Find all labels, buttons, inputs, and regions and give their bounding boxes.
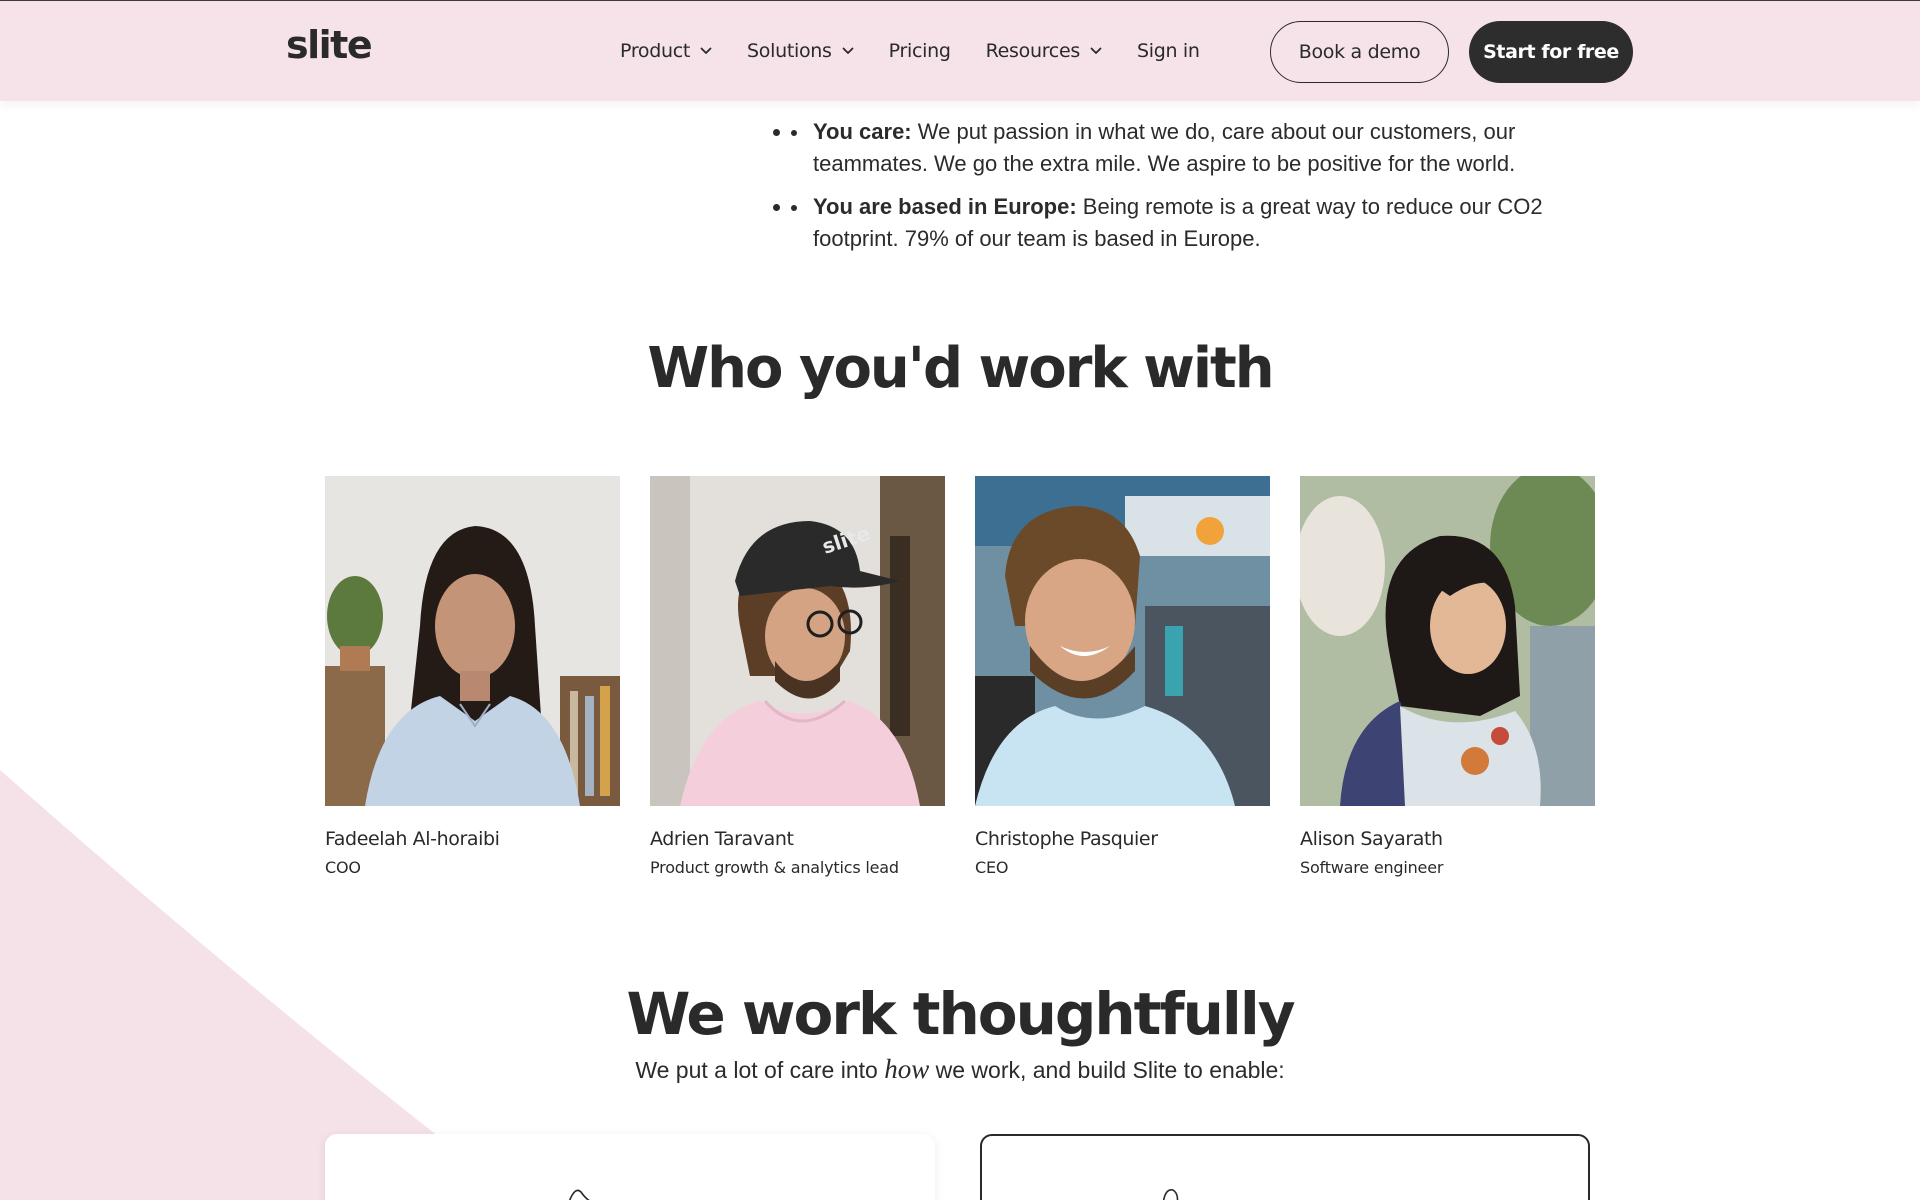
team-member-photo: slite — [650, 476, 945, 806]
chevron-down-icon — [842, 47, 854, 55]
value-title: You are based in Europe: — [813, 194, 1077, 219]
work-heading: We work thoughtfully — [626, 980, 1295, 1048]
team-member-name: Alison Sayarath — [1300, 828, 1443, 850]
value-title: You care: — [813, 119, 912, 144]
team-member-role: CEO — [975, 858, 1009, 877]
slite-logo[interactable]: slite — [286, 23, 373, 67]
portrait-image: slite — [650, 476, 945, 806]
team-member-card: Christophe Pasquier CEO — [975, 476, 1270, 877]
list-item: You are based in Europe: Being remote is… — [791, 191, 1553, 255]
main-nav: Product Solutions Pricing Resources Sign… — [620, 1, 1235, 101]
team-member-card: Fadeelah Al-horaibi COO — [325, 476, 620, 877]
team-member-photo — [325, 476, 620, 806]
book-demo-button[interactable]: Book a demo — [1270, 21, 1449, 83]
nav-sign-in[interactable]: Sign in — [1137, 40, 1200, 62]
feature-card[interactable] — [325, 1134, 935, 1200]
portrait-image — [1300, 476, 1595, 806]
team-member-role: Product growth & analytics lead — [650, 858, 899, 877]
portrait-image — [325, 476, 620, 806]
feature-card[interactable] — [980, 1134, 1590, 1200]
nav-pricing[interactable]: Pricing — [889, 40, 951, 62]
list-item: You care: We put passion in what we do, … — [791, 116, 1553, 180]
team-member-name: Fadeelah Al-horaibi — [325, 828, 500, 850]
team-member-card: slite Adrien Taravant Product growth & a… — [650, 476, 945, 877]
work-subtitle-emphasis: how — [884, 1054, 930, 1084]
doodle-icon — [568, 1189, 590, 1200]
team-heading: Who you'd work with — [647, 336, 1274, 401]
team-member-card: Alison Sayarath Software engineer — [1300, 476, 1595, 877]
team-member-role: Software engineer — [1300, 858, 1444, 877]
team-member-name: Adrien Taravant — [650, 828, 794, 850]
nav-resources-label: Resources — [985, 40, 1081, 62]
portrait-image — [975, 476, 1270, 806]
work-subtitle-before: We put a lot of care into — [635, 1057, 878, 1083]
team-member-photo — [1300, 476, 1595, 806]
nav-pricing-label: Pricing — [888, 40, 951, 62]
team-member-role: COO — [325, 858, 361, 877]
team-member-photo — [975, 476, 1270, 806]
doodle-icon — [1162, 1188, 1179, 1200]
work-subtitle: We put a lot of care into how we work, a… — [0, 1054, 1920, 1085]
chevron-down-icon — [1090, 47, 1102, 55]
nav-solutions[interactable]: Solutions — [747, 40, 854, 62]
team-member-name: Christophe Pasquier — [975, 828, 1158, 850]
nav-product[interactable]: Product — [620, 40, 712, 62]
nav-resources[interactable]: Resources — [986, 40, 1102, 62]
values-list: You care: We put passion in what we do, … — [791, 116, 1553, 266]
start-for-free-button[interactable]: Start for free — [1469, 21, 1633, 83]
value-text: We put passion in what we do, care about… — [813, 119, 1516, 176]
work-subtitle-after: we work, and build Slite to enable: — [935, 1057, 1285, 1083]
nav-sign-in-label: Sign in — [1136, 40, 1200, 62]
nav-product-label: Product — [620, 40, 691, 62]
chevron-down-icon — [700, 47, 712, 55]
top-navbar: slite Product Solutions Pricing Resource… — [0, 0, 1920, 101]
nav-solutions-label: Solutions — [747, 40, 832, 62]
